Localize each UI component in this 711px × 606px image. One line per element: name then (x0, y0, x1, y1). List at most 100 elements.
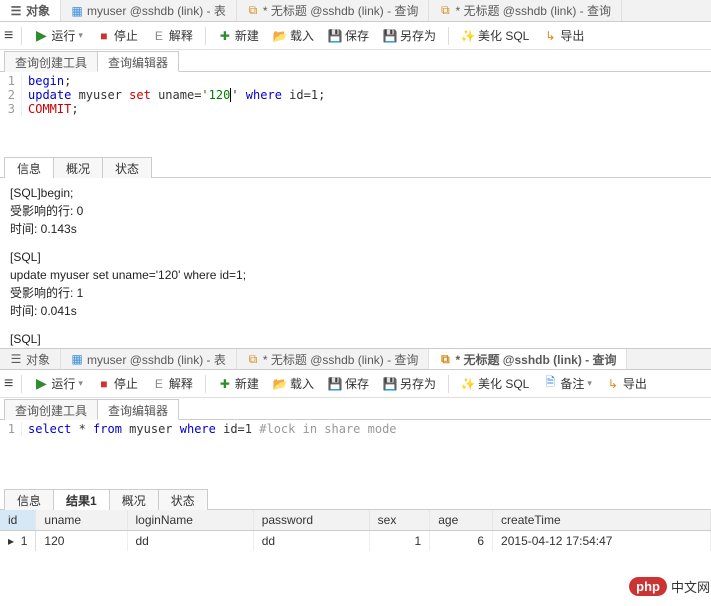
query-icon: ⧉ (247, 5, 259, 17)
tab-myuser-table-2[interactable]: ▦myuser @sshdb (link) - 表 (61, 349, 237, 369)
tab-objects[interactable]: ☰对象 (0, 0, 61, 21)
col-loginname[interactable]: loginName (127, 510, 253, 531)
rtab-profile[interactable]: 概况 (109, 489, 159, 510)
explain-button[interactable]: E解释 (148, 373, 197, 395)
explain-button[interactable]: E解释 (148, 25, 197, 47)
cell-loginname[interactable]: dd (127, 531, 253, 552)
play-icon: ▶ (34, 377, 48, 391)
run-button[interactable]: ▶运行▾ (30, 25, 87, 47)
tab-query-2[interactable]: ⧉* 无标题 @sshdb (link) - 查询 (429, 0, 622, 21)
menu-icon[interactable]: ≡ (4, 375, 13, 393)
col-password[interactable]: password (253, 510, 369, 531)
save-button[interactable]: 💾保存 (324, 25, 373, 47)
btn-label: 导出 (560, 27, 584, 44)
tab-query-1[interactable]: ⧉ * 无标题 @sshdb (link) - 查询 (237, 0, 430, 21)
tab-label: * 无标题 @sshdb (link) - 查询 (263, 351, 419, 368)
load-button[interactable]: 📂载入 (269, 25, 318, 47)
btn-label: 导出 (623, 375, 647, 392)
tab-query-1b[interactable]: ⧉ * 无标题 @sshdb (link) - 查询 (237, 349, 430, 369)
save-as-button[interactable]: 💾另存为 (379, 373, 440, 395)
col-uname[interactable]: uname (36, 510, 127, 531)
btn-label: 运行 (51, 27, 75, 44)
watermark-text: 中文网 (671, 577, 710, 596)
note-button[interactable]: 🗎备注▾ (539, 373, 596, 395)
note-icon: 🗎 (543, 377, 557, 391)
msg-tabs: 信息 概况 状态 (0, 156, 711, 178)
mtab-status[interactable]: 状态 (102, 157, 152, 178)
rtab-result1[interactable]: 结果1 (53, 489, 110, 510)
col-age[interactable]: age (430, 510, 493, 531)
result-grid[interactable]: id uname loginName password sex age crea… (0, 510, 711, 551)
btn-label: 另存为 (400, 375, 436, 392)
row-pointer-icon: ▸ 1 (0, 531, 36, 552)
export-button[interactable]: ↳导出 (602, 373, 651, 395)
cell-age[interactable]: 6 (430, 531, 493, 552)
stop-button[interactable]: ■停止 (93, 25, 142, 47)
result-tabs: 信息 结果1 概况 状态 (0, 488, 711, 510)
cell-sex[interactable]: 1 (369, 531, 430, 552)
btn-label: 载入 (290, 375, 314, 392)
sql-editor-2[interactable]: 1select * from myuser where id=1 #lock i… (0, 420, 711, 464)
tab-label: * 无标题 @sshdb (link) - 查询 (455, 2, 611, 19)
stop-button[interactable]: ■停止 (93, 373, 142, 395)
top-tabbar-2: ☰对象 ▦myuser @sshdb (link) - 表 ⧉ * 无标题 @ss… (0, 348, 711, 370)
run-button[interactable]: ▶运行▾ (30, 373, 87, 395)
save-as-button[interactable]: 💾另存为 (379, 25, 440, 47)
query-icon: ⧉ (439, 353, 451, 365)
btn-label: 保存 (345, 27, 369, 44)
tab-label: * 无标题 @sshdb (link) - 查询 (263, 2, 419, 19)
chevron-down-icon: ▾ (78, 30, 83, 41)
beautify-button[interactable]: ✨美化 SQL (457, 373, 533, 395)
btn-label: 新建 (235, 375, 259, 392)
rtab-status[interactable]: 状态 (158, 489, 208, 510)
tab-builder-2[interactable]: 查询创建工具 (4, 399, 98, 420)
cell-createtime[interactable]: 2015-04-12 17:54:47 (493, 531, 711, 552)
mtab-profile[interactable]: 概况 (53, 157, 103, 178)
sub-tabs-1: 查询创建工具 查询编辑器 (0, 50, 711, 72)
btn-label: 解释 (169, 27, 193, 44)
rtab-info[interactable]: 信息 (4, 489, 54, 510)
btn-label: 停止 (114, 27, 138, 44)
table-icon: ▦ (71, 5, 83, 17)
btn-label: 载入 (290, 27, 314, 44)
save-button[interactable]: 💾保存 (324, 373, 373, 395)
export-icon: ↳ (606, 377, 620, 391)
cell-password[interactable]: dd (253, 531, 369, 552)
play-icon: ▶ (34, 29, 48, 43)
explain-icon: E (152, 377, 166, 391)
tab-myuser-table[interactable]: ▦myuser @sshdb (link) - 表 (61, 0, 237, 21)
load-button[interactable]: 📂载入 (269, 373, 318, 395)
disk-icon: 💾 (328, 377, 342, 391)
table-row[interactable]: ▸ 1 120 dd dd 1 6 2015-04-12 17:54:47 (0, 531, 711, 552)
menu-icon[interactable]: ≡ (4, 27, 13, 45)
btn-label: 保存 (345, 375, 369, 392)
btn-label: 停止 (114, 375, 138, 392)
btn-label: 美化 SQL (478, 27, 529, 44)
col-createtime[interactable]: createTime (493, 510, 711, 531)
tab-builder[interactable]: 查询创建工具 (4, 51, 98, 72)
tab-editor[interactable]: 查询编辑器 (97, 51, 179, 72)
chevron-down-icon: ▾ (78, 378, 83, 389)
tab-objects-2[interactable]: ☰对象 (0, 349, 61, 369)
explain-icon: E (152, 29, 166, 43)
col-sex[interactable]: sex (369, 510, 430, 531)
new-button[interactable]: ✚新建 (214, 25, 263, 47)
sub-tabs-2: 查询创建工具 查询编辑器 (0, 398, 711, 420)
col-id[interactable]: id (0, 510, 36, 531)
mtab-info[interactable]: 信息 (4, 157, 54, 178)
export-icon: ↳ (543, 29, 557, 43)
sql-editor-1[interactable]: 1begin; 2update myuser set uname='120' w… (0, 72, 711, 126)
query-icon: ⧉ (247, 353, 259, 365)
chevron-down-icon: ▾ (587, 378, 592, 389)
tab-editor-2[interactable]: 查询编辑器 (97, 399, 179, 420)
btn-label: 另存为 (400, 27, 436, 44)
new-button[interactable]: ✚新建 (214, 373, 263, 395)
cell-uname[interactable]: 120 (36, 531, 127, 552)
beautify-button[interactable]: ✨美化 SQL (457, 25, 533, 47)
export-button[interactable]: ↳导出 (539, 25, 588, 47)
plus-icon: ✚ (218, 377, 232, 391)
disk-plus-icon: 💾 (383, 377, 397, 391)
tab-label: * 无标题 @sshdb (link) - 查询 (455, 351, 616, 368)
tab-query-2b[interactable]: ⧉ * 无标题 @sshdb (link) - 查询 (429, 349, 627, 369)
watermark: php 中文网 (629, 577, 710, 596)
